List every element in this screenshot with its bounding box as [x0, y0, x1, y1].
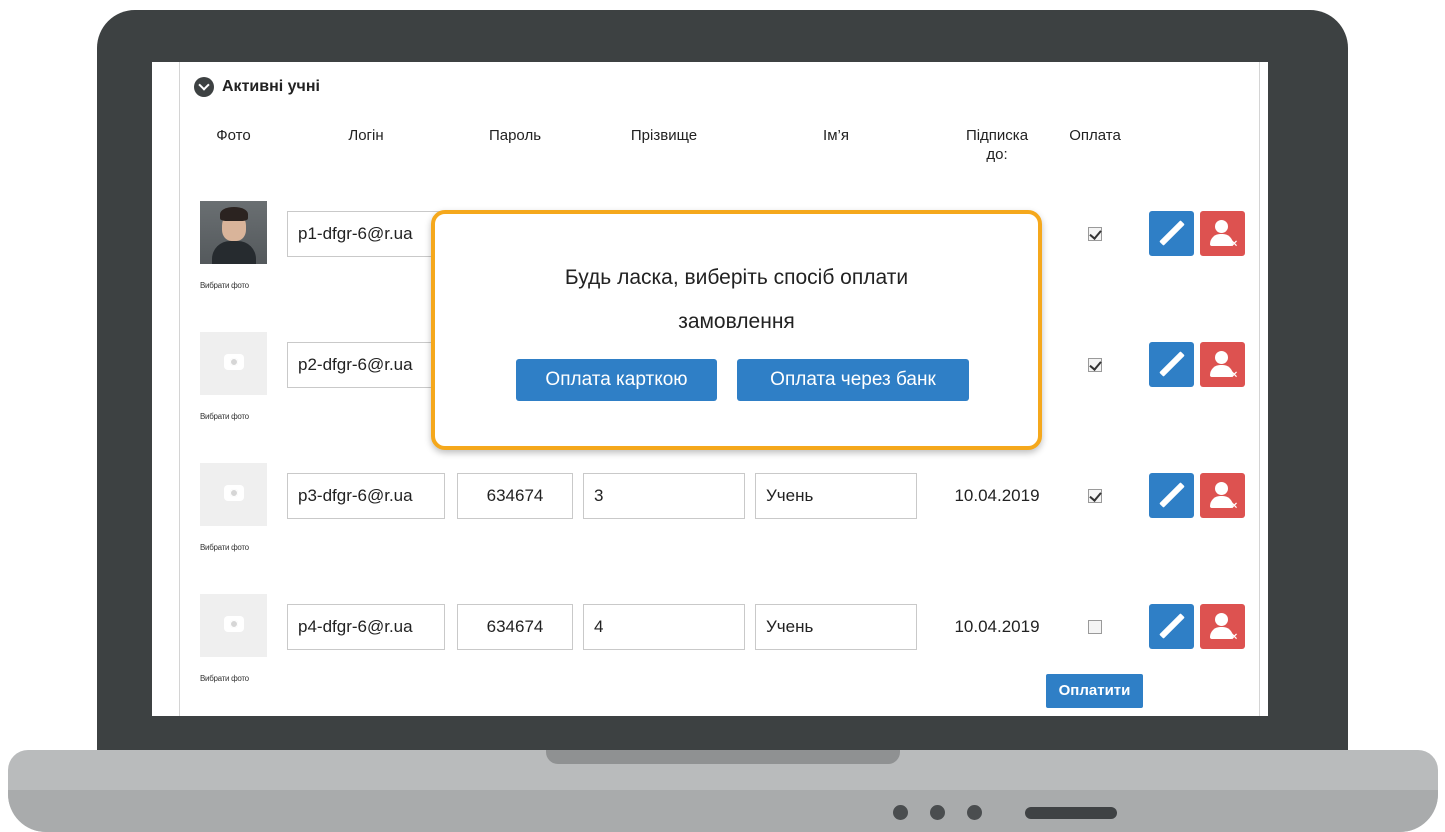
- subscription-date: 10.04.2019: [954, 486, 1040, 505]
- laptop-hinge-notch: [546, 750, 900, 764]
- column-header-payment: Оплата: [1069, 127, 1121, 144]
- remove-user-button[interactable]: ×: [1200, 211, 1245, 256]
- active-students-header[interactable]: Активні учні: [194, 77, 320, 97]
- laptop-screen: Активні учні Фото Логін Пароль Прізвище …: [152, 62, 1268, 716]
- user-remove-icon: [1215, 482, 1228, 495]
- surname-field[interactable]: 3: [583, 473, 745, 519]
- close-icon: ×: [1231, 500, 1238, 512]
- camera-icon: [224, 354, 244, 370]
- user-icon-body: [1210, 496, 1233, 508]
- column-header-login: Логін: [348, 127, 384, 144]
- column-header-subscription: Підписка до:: [942, 126, 1052, 164]
- student-photo-placeholder[interactable]: [200, 463, 267, 526]
- paid-checkbox[interactable]: [1088, 358, 1102, 372]
- surname-field[interactable]: 4: [583, 604, 745, 650]
- subscription-label-line1: Підписка: [965, 127, 1029, 144]
- subscription-date: 10.04.2019: [954, 617, 1040, 636]
- edit-button[interactable]: [1149, 473, 1194, 518]
- subscription-label-line2: до:: [986, 146, 1008, 163]
- paid-checkbox[interactable]: [1088, 489, 1102, 503]
- dialog-message: Будь ласка, виберіть спосіб оплати замов…: [435, 256, 1038, 344]
- edit-button[interactable]: [1149, 211, 1194, 256]
- student-photo[interactable]: [200, 201, 267, 264]
- login-field[interactable]: p2-dfgr-6@r.ua: [287, 342, 445, 388]
- password-field[interactable]: 634674: [457, 473, 573, 519]
- user-icon-body: [1210, 365, 1233, 377]
- pencil-icon: [1159, 351, 1185, 377]
- password-field[interactable]: 634674: [457, 604, 573, 650]
- column-header-surname: Прізвище: [630, 127, 698, 144]
- column-header-name: Ім’я: [823, 127, 849, 144]
- chevron-down-icon[interactable]: [194, 77, 214, 97]
- section-title: Активні учні: [222, 78, 320, 95]
- close-icon: ×: [1231, 238, 1238, 250]
- user-remove-icon: [1215, 220, 1228, 233]
- choose-photo-link[interactable]: Вибрати фото: [200, 674, 249, 683]
- column-header-photo: Фото: [216, 127, 251, 144]
- dialog-message-line1: Будь ласка, виберіть спосіб оплати: [564, 266, 909, 289]
- login-field[interactable]: p1-dfgr-6@r.ua: [287, 211, 445, 257]
- photo-hair: [220, 207, 248, 221]
- paid-checkbox[interactable]: [1088, 620, 1102, 634]
- pay-via-bank-button[interactable]: Оплата через банк: [737, 359, 969, 401]
- user-icon-body: [1210, 234, 1233, 246]
- pay-button[interactable]: Оплатити: [1046, 674, 1143, 708]
- paid-checkbox[interactable]: [1088, 227, 1102, 241]
- pencil-icon: [1159, 482, 1185, 508]
- student-photo-placeholder[interactable]: [200, 332, 267, 395]
- student-photo-placeholder[interactable]: [200, 594, 267, 657]
- indicator-dot: [930, 805, 945, 820]
- pencil-icon: [1159, 613, 1185, 639]
- column-header-password: Пароль: [488, 127, 542, 144]
- indicator-dot: [967, 805, 982, 820]
- pay-by-card-button[interactable]: Оплата карткою: [516, 359, 717, 401]
- edit-button[interactable]: [1149, 604, 1194, 649]
- choose-photo-link[interactable]: Вибрати фото: [200, 412, 249, 421]
- name-field[interactable]: Учень: [755, 604, 917, 650]
- close-icon: ×: [1231, 631, 1238, 643]
- laptop-base-band: [8, 790, 1438, 832]
- edit-button[interactable]: [1149, 342, 1194, 387]
- laptop-illustration: Активні учні Фото Логін Пароль Прізвище …: [0, 0, 1445, 832]
- user-remove-icon: [1215, 613, 1228, 626]
- login-field[interactable]: p3-dfgr-6@r.ua: [287, 473, 445, 519]
- close-icon: ×: [1231, 369, 1238, 381]
- pencil-icon: [1159, 220, 1185, 246]
- indicator-dot: [893, 805, 908, 820]
- dialog-message-line2: замовлення: [678, 310, 795, 333]
- choose-photo-link[interactable]: Вибрати фото: [200, 543, 249, 552]
- indicator-slot: [1025, 807, 1117, 819]
- laptop-base: [8, 750, 1438, 832]
- remove-user-button[interactable]: ×: [1200, 604, 1245, 649]
- choose-photo-link[interactable]: Вибрати фото: [200, 281, 249, 290]
- login-field[interactable]: p4-dfgr-6@r.ua: [287, 604, 445, 650]
- payment-method-dialog: Будь ласка, виберіть спосіб оплати замов…: [431, 210, 1042, 450]
- name-field[interactable]: Учень: [755, 473, 917, 519]
- user-remove-icon: [1215, 351, 1228, 364]
- user-icon-body: [1210, 627, 1233, 639]
- camera-icon: [224, 485, 244, 501]
- table-row: Вибрати фото p3-dfgr-6@r.ua 634674 3 Уче…: [152, 463, 1268, 573]
- photo-shirt: [212, 241, 256, 264]
- remove-user-button[interactable]: ×: [1200, 473, 1245, 518]
- camera-icon: [224, 616, 244, 632]
- remove-user-button[interactable]: ×: [1200, 342, 1245, 387]
